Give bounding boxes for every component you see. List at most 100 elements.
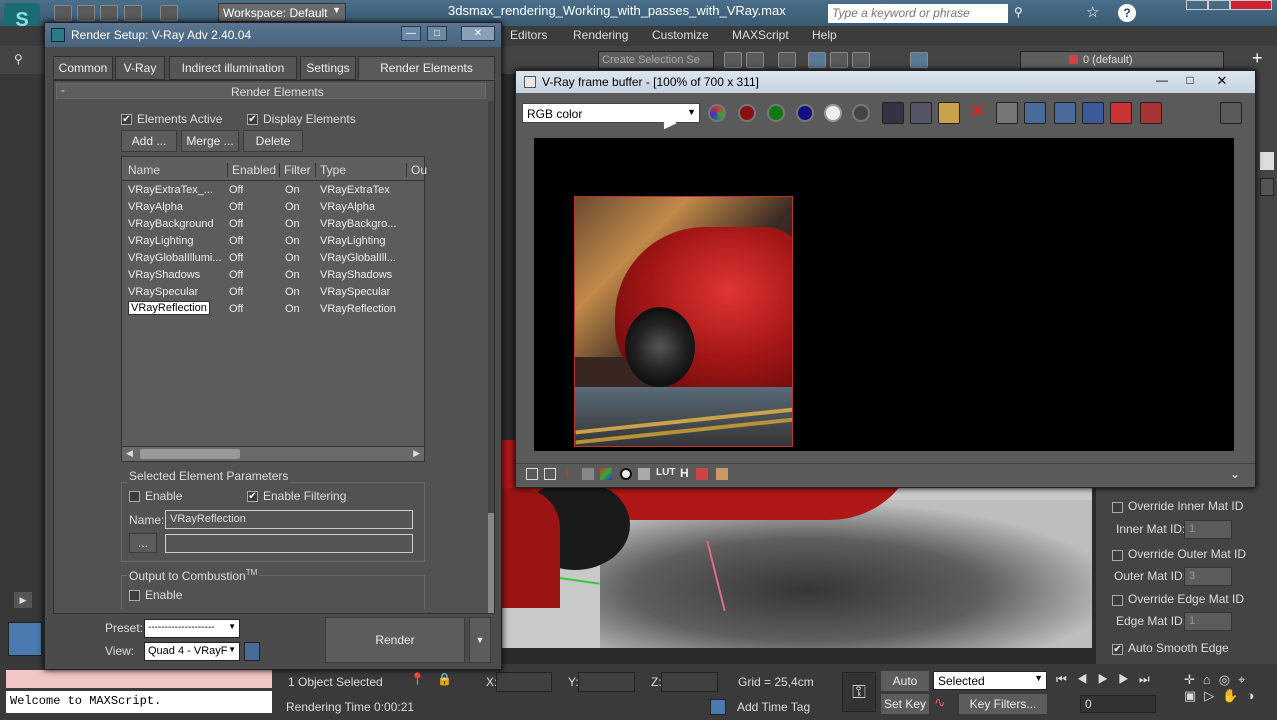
vfb-curves-icon[interactable] bbox=[600, 468, 612, 480]
display-elements-checkbox[interactable]: ✔ bbox=[247, 114, 258, 125]
vfb-color-correction-icon[interactable] bbox=[544, 468, 556, 480]
pin-icon[interactable]: 📍 bbox=[410, 672, 425, 686]
list-hscroll-thumb[interactable] bbox=[140, 449, 240, 459]
element-enable-checkbox[interactable] bbox=[129, 491, 140, 502]
link-icon[interactable]: ⚲ bbox=[14, 52, 23, 66]
search-input[interactable]: Type a keyword or phrase bbox=[828, 4, 1008, 23]
right-panel-dropdown[interactable] bbox=[1260, 178, 1274, 196]
elements-list[interactable]: Name Enabled Filter Type Ou VRayExtraTex… bbox=[121, 156, 427, 462]
vfb-compare-icon[interactable] bbox=[716, 468, 728, 480]
close-icon[interactable]: ✕ bbox=[461, 26, 495, 41]
table-row[interactable]: VRayLighting Off On VRayLighting bbox=[122, 234, 422, 251]
tab-common[interactable]: Common bbox=[53, 56, 113, 80]
add-icon[interactable]: + bbox=[1252, 48, 1263, 69]
key-icon[interactable]: ⚿ bbox=[842, 672, 876, 712]
tab-settings[interactable]: Settings bbox=[300, 56, 356, 80]
maximize-icon[interactable]: □ bbox=[427, 26, 447, 41]
column-header-name[interactable]: Name bbox=[128, 163, 160, 177]
compare-a-icon[interactable] bbox=[1110, 102, 1132, 124]
edge-mat-id-spinner[interactable]: 1 bbox=[1184, 612, 1232, 631]
clear-image-icon[interactable]: ✕ bbox=[970, 101, 985, 122]
fb-minimize-icon[interactable]: — bbox=[1150, 73, 1174, 89]
table-row[interactable]: VRayExtraTex_... Off On VRayExtraTex bbox=[122, 183, 422, 200]
vfb-expand-icon[interactable]: ⌄ bbox=[1230, 467, 1240, 481]
override-inner-checkbox[interactable] bbox=[1112, 502, 1123, 513]
play-panel-icon[interactable]: ▶ bbox=[14, 592, 32, 608]
render-production-icon[interactable] bbox=[852, 52, 870, 68]
frame-field[interactable]: 0 bbox=[1080, 695, 1156, 713]
rendered-frame-icon[interactable] bbox=[830, 52, 848, 68]
vfb-history-icon[interactable] bbox=[526, 468, 538, 480]
minimize-icon[interactable]: — bbox=[401, 26, 421, 41]
add-element-button[interactable]: Add ... bbox=[121, 130, 177, 152]
close-app-icon[interactable] bbox=[1230, 0, 1272, 10]
save-image-icon[interactable] bbox=[882, 102, 904, 124]
frame-buffer-title-bar[interactable]: V-Ray frame buffer - [100% of 700 x 311]… bbox=[516, 71, 1255, 93]
table-row[interactable]: VRayReflection Off On VRayReflection bbox=[122, 301, 422, 319]
panel-scroll-thumb[interactable] bbox=[488, 513, 494, 613]
fb-maximize-icon[interactable]: □ bbox=[1178, 73, 1202, 89]
maxscript-mini-listener[interactable] bbox=[6, 670, 272, 688]
column-header-output[interactable]: Ou bbox=[406, 163, 427, 177]
key-mode-dropdown[interactable]: Selected ▼ bbox=[933, 671, 1047, 690]
alpha-white-icon[interactable] bbox=[824, 104, 842, 122]
y-coordinate-field[interactable] bbox=[578, 672, 635, 692]
view-dropdown[interactable]: Quad 4 - VRayF ▼ bbox=[144, 642, 240, 661]
binoculars-icon[interactable]: ⚲ bbox=[1014, 5, 1023, 19]
key-filters-button[interactable]: Key Filters... bbox=[958, 693, 1048, 715]
render-setup-title-bar[interactable]: Render Setup: V-Ray Adv 2.40.04 — □ ✕ bbox=[45, 23, 501, 47]
vfb-exposure-icon[interactable] bbox=[620, 468, 632, 480]
tab-indirect-illumination[interactable]: Indirect illumination bbox=[169, 56, 297, 80]
lock-icon[interactable]: 🔒 bbox=[437, 672, 452, 686]
rollout-header[interactable]: - Render Elements bbox=[56, 83, 486, 99]
column-header-enabled[interactable]: Enabled bbox=[227, 163, 276, 177]
element-name-field[interactable]: VRayReflection bbox=[165, 510, 413, 529]
lock-view-icon[interactable] bbox=[244, 642, 260, 661]
inner-mat-id-spinner[interactable]: 1 bbox=[1184, 520, 1232, 539]
open-file-icon[interactable] bbox=[77, 5, 95, 21]
auto-smooth-checkbox[interactable]: ✔ bbox=[1112, 644, 1123, 655]
selection-set-field[interactable]: Create Selection Se bbox=[598, 51, 714, 69]
layer-dropdown[interactable]: 0 (default) bbox=[1020, 51, 1224, 69]
mono-channel-icon[interactable] bbox=[852, 104, 870, 122]
column-header-filter[interactable]: Filter bbox=[279, 163, 311, 177]
x-coordinate-field[interactable] bbox=[496, 672, 552, 692]
open-folder-icon[interactable] bbox=[938, 102, 960, 124]
column-header-type[interactable]: Type bbox=[315, 163, 346, 177]
enable-filtering-checkbox[interactable]: ✔ bbox=[247, 491, 258, 502]
menu-editors[interactable]: Editors bbox=[510, 28, 547, 42]
browse-output-button[interactable]: ... bbox=[129, 533, 157, 553]
table-row[interactable]: VRayGlobalIllumi... Off On VRayGlobalIll... bbox=[122, 251, 422, 268]
time-tag-icon[interactable] bbox=[710, 699, 726, 715]
layer-manager-icon[interactable] bbox=[778, 52, 796, 68]
color-channels-icon[interactable] bbox=[708, 104, 726, 122]
menu-customize[interactable]: Customize bbox=[652, 28, 709, 42]
teapot-render-icon[interactable] bbox=[1220, 102, 1242, 124]
mirror-icon[interactable] bbox=[724, 52, 742, 68]
menu-help[interactable]: Help bbox=[812, 28, 837, 42]
set-key-button[interactable]: Set Key bbox=[880, 693, 930, 715]
restore-app-icon[interactable] bbox=[1208, 0, 1230, 10]
override-outer-checkbox[interactable] bbox=[1112, 550, 1123, 561]
vfb-levels-icon[interactable] bbox=[582, 468, 594, 480]
save-all-icon[interactable] bbox=[910, 102, 932, 124]
preset-dropdown[interactable]: -------------------- ▼ bbox=[144, 619, 240, 638]
table-row[interactable]: VRayBackground Off On VRayBackgro... bbox=[122, 217, 422, 234]
compare-b-icon[interactable] bbox=[1140, 102, 1162, 124]
track-mouse-icon[interactable] bbox=[1024, 102, 1046, 124]
outer-mat-id-spinner[interactable]: 3 bbox=[1184, 567, 1232, 586]
element-output-path-field[interactable] bbox=[165, 534, 413, 553]
render-teapot-icon[interactable] bbox=[1054, 102, 1076, 124]
vfb-info-icon[interactable]: i bbox=[566, 466, 569, 480]
star-icon[interactable]: ☆ bbox=[1086, 3, 1099, 21]
new-file-icon[interactable] bbox=[54, 5, 72, 21]
add-time-tag-button[interactable]: Add Time Tag bbox=[737, 700, 810, 714]
region-render-icon[interactable] bbox=[1082, 102, 1104, 124]
blue-channel-icon[interactable] bbox=[796, 104, 814, 122]
maxscript-output[interactable]: Welcome to MAXScript. bbox=[6, 691, 272, 713]
save-file-icon[interactable] bbox=[100, 5, 118, 21]
z-coordinate-field[interactable] bbox=[661, 672, 718, 692]
render-options-dropdown[interactable]: ▼ bbox=[469, 617, 491, 663]
vfb-lut-icon[interactable]: LUT bbox=[656, 467, 675, 478]
tab-v-ray[interactable]: V-Ray bbox=[115, 56, 165, 80]
